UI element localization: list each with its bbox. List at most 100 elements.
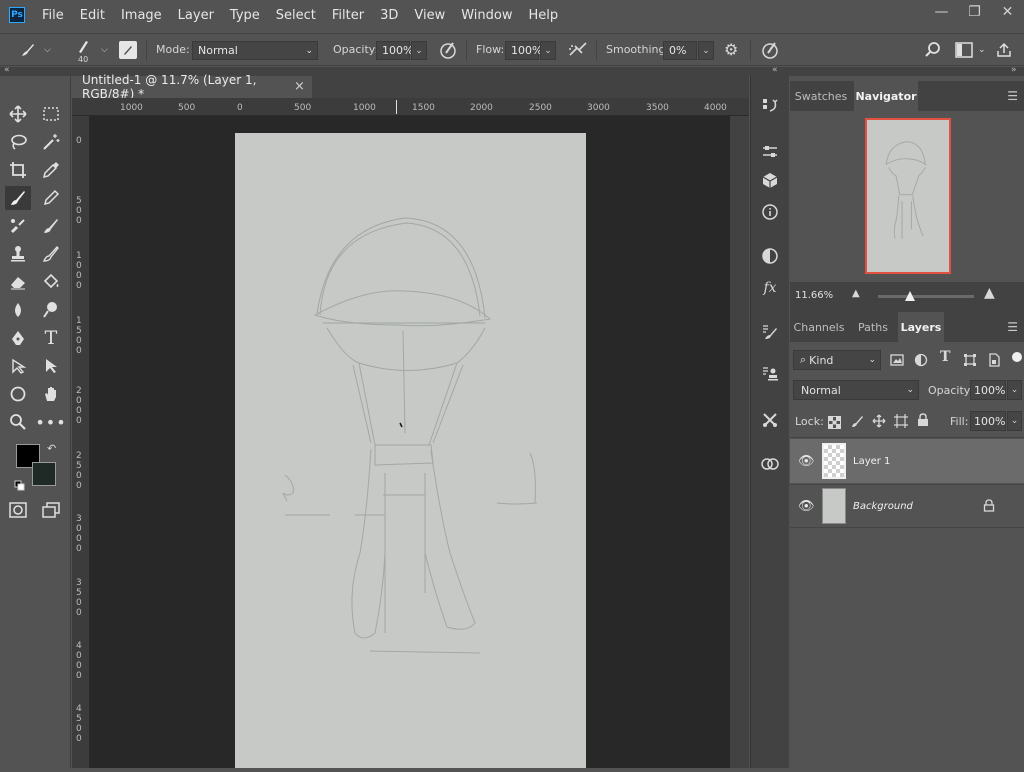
zoom-value[interactable]: 11.66%: [795, 290, 833, 301]
document-tab[interactable]: Untitled-1 @ 11.7% (Layer 1, RGB/8#) * ×: [72, 73, 312, 101]
magic-wand-icon[interactable]: [38, 130, 64, 154]
blur-tool-icon[interactable]: [5, 298, 31, 322]
ellipse-tool-icon[interactable]: [5, 382, 31, 406]
adjustments-sliders-icon[interactable]: [758, 140, 782, 164]
adjustments-circle-icon[interactable]: [758, 244, 782, 268]
move-tool-icon[interactable]: [5, 102, 31, 126]
layer-row-background[interactable]: 👁 Background: [790, 484, 1024, 528]
dodge-tool-icon[interactable]: [38, 298, 64, 322]
panel-menu-icon[interactable]: ☰: [1007, 89, 1018, 103]
lock-position-icon[interactable]: [872, 413, 886, 432]
paint-bucket-icon[interactable]: [38, 270, 64, 294]
airbrush-icon[interactable]: [567, 34, 589, 65]
menu-edit[interactable]: Edit: [80, 8, 105, 23]
navigator-preview[interactable]: [865, 118, 951, 274]
smoothing-input[interactable]: 0%: [663, 41, 697, 60]
direct-selection-icon[interactable]: [38, 354, 64, 378]
clone-source-icon[interactable]: [758, 362, 782, 386]
art-history-brush-icon[interactable]: [38, 242, 64, 266]
default-colors-icon[interactable]: [14, 477, 26, 496]
visibility-eye-icon[interactable]: 👁: [798, 499, 815, 514]
pencil-tool-icon[interactable]: [38, 186, 64, 210]
chevron-down-icon[interactable]: ⌵: [44, 34, 51, 65]
path-selection-icon[interactable]: [5, 354, 31, 378]
marquee-tool-icon[interactable]: [38, 102, 64, 126]
collapse-right-icon[interactable]: »: [1011, 65, 1017, 75]
history-panel-icon[interactable]: [758, 94, 782, 118]
search-icon[interactable]: [924, 34, 942, 65]
filter-type-icon[interactable]: T: [940, 349, 950, 365]
eyedropper-icon[interactable]: [38, 158, 64, 182]
close-tab-icon[interactable]: ×: [294, 79, 305, 94]
filter-shape-icon[interactable]: [963, 352, 977, 371]
fill-dropdown[interactable]: ⌄: [1007, 411, 1022, 431]
menu-help[interactable]: Help: [529, 8, 559, 23]
brush-settings-icon[interactable]: [758, 320, 782, 344]
tab-channels[interactable]: Channels: [790, 312, 848, 342]
background-color-swatch[interactable]: [32, 462, 56, 486]
filter-adjustment-icon[interactable]: [914, 352, 928, 371]
layer-name[interactable]: Background: [853, 501, 913, 512]
filter-pixel-icon[interactable]: [890, 352, 904, 371]
zoom-out-icon[interactable]: ▲: [852, 288, 860, 299]
screen-mode-icon[interactable]: [38, 498, 64, 522]
chevron-down-icon[interactable]: ⌄: [978, 34, 986, 65]
lock-all-icon[interactable]: [917, 412, 929, 431]
tab-swatches[interactable]: Swatches: [790, 81, 852, 111]
menu-filter[interactable]: Filter: [332, 8, 364, 23]
tab-paths[interactable]: Paths: [850, 312, 896, 342]
mode-select[interactable]: Normal ⌄: [192, 41, 318, 60]
crop-tool-icon[interactable]: [5, 158, 31, 182]
history-brush-icon[interactable]: [38, 214, 64, 238]
brush-preset-icon[interactable]: [18, 34, 38, 65]
brush-tool-icon[interactable]: [5, 186, 31, 210]
zoom-in-icon[interactable]: ▲: [984, 285, 995, 301]
layer-row-layer-1[interactable]: 👁 Layer 1: [790, 439, 1024, 483]
zoom-slider-track[interactable]: [878, 295, 974, 298]
lock-pixels-icon[interactable]: [850, 413, 864, 432]
libraries-icon[interactable]: [758, 452, 782, 476]
menu-layer[interactable]: Layer: [178, 8, 214, 23]
zoom-tool-icon[interactable]: [5, 410, 31, 434]
lock-artboard-icon[interactable]: [894, 413, 908, 432]
share-icon[interactable]: [996, 34, 1012, 65]
more-tools-icon[interactable]: •••: [35, 410, 65, 434]
lock-transparent-icon[interactable]: [828, 414, 841, 433]
tool-presets-icon[interactable]: [758, 408, 782, 432]
flow-input[interactable]: 100%: [505, 41, 542, 60]
menu-window[interactable]: Window: [461, 8, 512, 23]
collapse-left-icon[interactable]: «: [4, 65, 10, 75]
menu-image[interactable]: Image: [121, 8, 162, 23]
clone-stamp-icon[interactable]: [5, 242, 31, 266]
eraser-tool-icon[interactable]: [5, 270, 31, 294]
close-window-button[interactable]: ✕: [991, 0, 1024, 24]
menu-file[interactable]: File: [42, 8, 64, 23]
vertical-scrollbar[interactable]: [730, 116, 749, 768]
visibility-eye-icon[interactable]: 👁: [798, 454, 815, 469]
canvas-document[interactable]: [235, 133, 586, 768]
swap-colors-icon[interactable]: ↶: [47, 442, 56, 455]
menu-3d[interactable]: 3D: [380, 8, 398, 23]
menu-select[interactable]: Select: [276, 8, 316, 23]
hand-tool-icon[interactable]: [38, 382, 64, 406]
filter-toggle-icon[interactable]: [1012, 352, 1022, 362]
smoothing-dropdown[interactable]: ⌄: [698, 41, 714, 60]
menu-type[interactable]: Type: [230, 8, 260, 23]
layer-opacity-dropdown[interactable]: ⌄: [1007, 380, 1022, 400]
pressure-opacity-icon[interactable]: [438, 34, 458, 65]
type-tool-icon[interactable]: T: [38, 326, 64, 350]
opacity-input[interactable]: 100%: [376, 41, 413, 60]
chevron-down-icon[interactable]: ⌵: [101, 34, 108, 65]
restore-button[interactable]: ❐: [958, 0, 991, 24]
panel-menu-icon[interactable]: ☰: [1007, 320, 1018, 334]
info-icon[interactable]: [758, 200, 782, 224]
collapse-left-icon[interactable]: «: [772, 65, 778, 75]
lasso-tool-icon[interactable]: [5, 130, 31, 154]
workspace-icon[interactable]: [955, 34, 973, 65]
3d-cube-icon[interactable]: [758, 168, 782, 192]
layer-filter-select[interactable]: ⌕ Kind ⌄: [793, 350, 881, 370]
quick-mask-icon[interactable]: [5, 498, 31, 522]
pressure-size-icon[interactable]: [760, 34, 780, 65]
opacity-dropdown[interactable]: ⌄: [411, 41, 427, 60]
layer-styles-fx-icon[interactable]: fx: [758, 276, 782, 300]
